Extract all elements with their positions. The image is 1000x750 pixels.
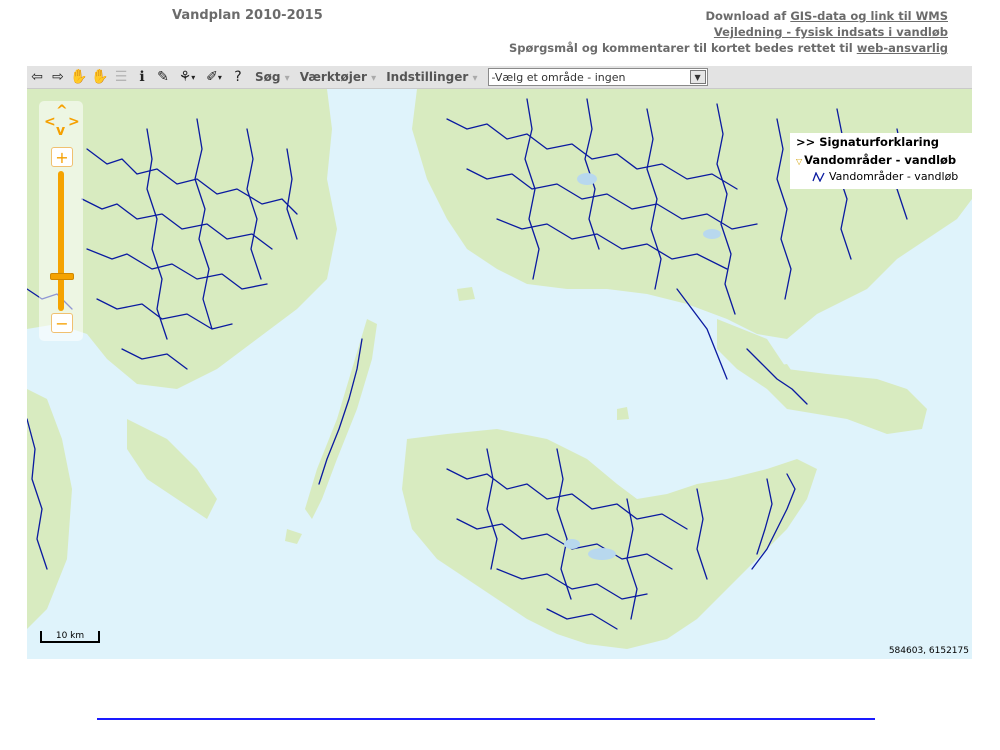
- pan-up-icon[interactable]: ^: [56, 103, 68, 119]
- select-features-icon[interactable]: ⚘ ▾: [174, 67, 200, 87]
- legend-layer-label: Vandområder - vandløb: [804, 153, 957, 167]
- map-canvas[interactable]: ^ < > v + − >> Signaturforklaring ▽ Vando…: [27, 89, 972, 659]
- gis-download-link[interactable]: GIS-data og link til WMS: [790, 9, 948, 23]
- select-hand-icon[interactable]: ✋: [90, 67, 110, 87]
- measure-pen-icon[interactable]: ✎: [153, 67, 173, 87]
- tools-menu[interactable]: Værktøjer ▾: [300, 70, 376, 84]
- web-admin-link[interactable]: web-ansvarlig: [857, 41, 948, 55]
- legend-layer[interactable]: ▽ Vandområder - vandløb: [796, 153, 956, 167]
- back-arrow-icon[interactable]: ⇦: [27, 67, 47, 87]
- legend-header[interactable]: >> Signaturforklaring: [796, 135, 939, 149]
- scale-bar: 10 km: [40, 631, 100, 643]
- area-select-value: -Vælg et område - ingen: [491, 70, 626, 84]
- pan-left-icon[interactable]: <: [44, 114, 56, 130]
- legend-item: Vandområder - vandløb: [812, 170, 958, 183]
- page-title: Vandplan 2010-2015: [172, 8, 323, 23]
- zoom-slider-handle[interactable]: [50, 273, 74, 280]
- contact-prefix: Spørgsmål og kommentarer til kortet bede…: [508, 41, 857, 55]
- zoom-in-button[interactable]: +: [51, 147, 73, 167]
- info-icon[interactable]: ℹ: [132, 67, 152, 87]
- zoom-out-button[interactable]: −: [51, 313, 73, 333]
- pan-control: ^ < > v: [44, 103, 80, 139]
- legend-panel: >> Signaturforklaring ▽ Vandområder - van…: [790, 133, 972, 189]
- forward-arrow-icon[interactable]: ⇨: [48, 67, 68, 87]
- download-prefix: Download af: [705, 9, 791, 23]
- zoom-slider-track[interactable]: [58, 171, 64, 311]
- header-links: Download af GIS-data og link til WMS Vej…: [509, 8, 948, 56]
- draw-tools-icon[interactable]: ✐ ▾: [201, 67, 227, 87]
- area-select[interactable]: -Vælg et område - ingen ▼: [487, 68, 708, 86]
- search-menu[interactable]: Søg ▾: [255, 70, 290, 84]
- zoom-control: ^ < > v + −: [39, 101, 83, 341]
- footer-divider: [97, 718, 875, 720]
- river-line-icon: [812, 171, 825, 183]
- list-icon[interactable]: ☰: [111, 67, 131, 87]
- chevron-down-icon[interactable]: ▼: [689, 70, 706, 84]
- pan-down-icon[interactable]: v: [56, 123, 65, 139]
- settings-menu[interactable]: Indstillinger ▾: [386, 70, 477, 84]
- coordinate-readout: 584603, 6152175: [888, 646, 969, 656]
- map-toolbar: ⇦ ⇨ ✋ ✋ ☰ ℹ ✎ ⚘ ▾ ✐ ▾ ? Søg ▾ Værktøjer ▾ …: [27, 66, 972, 89]
- pan-hand-icon[interactable]: ✋: [69, 67, 89, 87]
- guide-link[interactable]: Vejledning - fysisk indsats i vandløb: [714, 25, 948, 39]
- legend-item-label: Vandområder - vandløb: [829, 170, 959, 183]
- collapse-triangle-icon[interactable]: ▽: [796, 157, 802, 166]
- help-icon[interactable]: ?: [228, 67, 248, 87]
- pan-right-icon[interactable]: >: [68, 114, 80, 130]
